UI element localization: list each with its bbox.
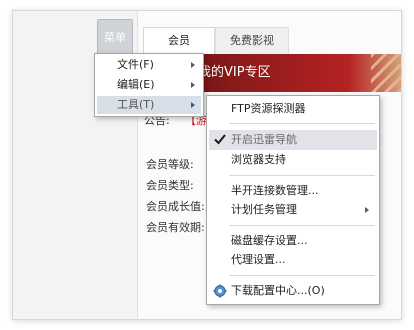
banner-decoration <box>371 54 401 92</box>
menu-item-label: FTP资源探测器 <box>231 102 306 115</box>
menu-separator <box>229 175 375 176</box>
menu-button-label: 菜单 <box>104 31 126 44</box>
menu-item-label: 计划任务管理 <box>231 203 297 216</box>
tab-member[interactable]: 会员 <box>143 27 215 54</box>
menu-item-label: 开启迅雷导航 <box>231 133 297 146</box>
menu-item-browser-support[interactable]: 浏览器支持 <box>209 150 377 170</box>
menu-item-download-config[interactable]: 下载配置中心...(O) <box>209 281 377 301</box>
main-menu: 文件(F) 编辑(E) 工具(T) <box>94 53 204 117</box>
tools-submenu: FTP资源探测器 开启迅雷导航 浏览器支持 半开连接数管理... 计划任务管理 … <box>206 95 380 305</box>
menu-item-disk-cache[interactable]: 磁盘缓存设置... <box>209 231 377 251</box>
tab-free-video[interactable]: 免费影视 <box>215 27 289 54</box>
menu-button[interactable]: 菜单 <box>97 19 133 55</box>
menu-item-ftp-explorer[interactable]: FTP资源探测器 <box>209 99 377 119</box>
menu-separator <box>229 225 375 226</box>
menu-item-edit[interactable]: 编辑(E) <box>97 76 201 94</box>
menu-item-label: 半开连接数管理... <box>231 184 319 197</box>
gear-icon <box>213 284 227 298</box>
menu-item-label: 下载配置中心...(O) <box>231 284 325 297</box>
menu-item-xunlei-nav[interactable]: 开启迅雷导航 <box>209 130 377 150</box>
submenu-arrow-icon <box>191 102 195 108</box>
member-growth-label: 会员成长值: <box>146 200 205 213</box>
menu-separator <box>229 275 375 276</box>
menu-item-file[interactable]: 文件(F) <box>97 56 201 74</box>
menu-item-label: 文件(F) <box>117 58 154 71</box>
check-icon <box>214 134 226 145</box>
member-level-label: 会员等级: <box>146 158 194 171</box>
menu-item-label: 浏览器支持 <box>231 153 286 166</box>
menu-item-label: 代理设置... <box>231 253 286 266</box>
submenu-arrow-icon <box>365 207 369 213</box>
menu-item-scheduled-tasks[interactable]: 计划任务管理 <box>209 200 377 220</box>
menu-item-tools[interactable]: 工具(T) <box>97 96 201 114</box>
menu-item-label: 磁盘缓存设置... <box>231 234 308 247</box>
member-type-label: 会员类型: <box>146 179 194 192</box>
submenu-arrow-icon <box>191 82 195 88</box>
menu-item-proxy-settings[interactable]: 代理设置... <box>209 250 377 270</box>
submenu-arrow-icon <box>191 62 195 68</box>
menu-item-label: 编辑(E) <box>117 78 155 91</box>
menu-separator <box>229 123 375 124</box>
menu-item-label: 工具(T) <box>117 98 155 111</box>
menu-item-half-open-connections[interactable]: 半开连接数管理... <box>209 181 377 201</box>
member-expiry-label: 会员有效期: <box>146 221 205 234</box>
